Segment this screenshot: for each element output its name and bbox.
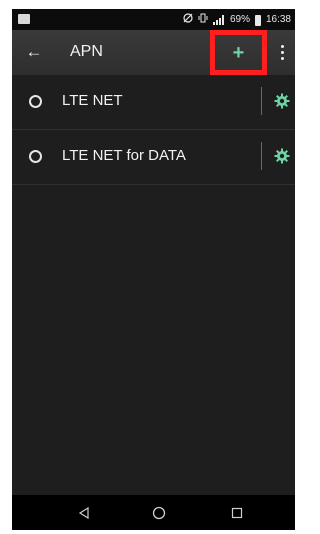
apn-row[interactable]: LTE NET for DATA (12, 130, 295, 185)
gear-icon[interactable] (274, 93, 290, 109)
battery-percent: 69% (229, 14, 250, 25)
status-icons: 69% 16:38 (183, 12, 291, 28)
notification-icon (18, 14, 30, 24)
gear-icon[interactable] (274, 148, 290, 164)
row-divider (261, 87, 262, 115)
battery-icon (254, 14, 261, 26)
page-title: APN (70, 43, 103, 60)
recents-nav-icon[interactable] (227, 503, 247, 523)
back-arrow-icon[interactable]: ← (22, 40, 46, 64)
apn-row[interactable]: LTE NET (12, 75, 295, 130)
navigation-bar (12, 495, 295, 530)
apn-name: LTE NET for DATA (62, 147, 186, 164)
mute-icon (183, 12, 193, 28)
add-icon[interactable]: + (233, 43, 245, 63)
app-bar: ← APN + (12, 30, 295, 75)
signal-icon (212, 15, 225, 25)
add-apn-button-highlight[interactable]: + (210, 30, 267, 75)
phone-screen: 69% 16:38 ← APN + LTE NET LTE NET for DA… (12, 9, 295, 530)
home-nav-icon[interactable] (149, 503, 169, 523)
back-nav-icon[interactable] (74, 503, 94, 523)
status-bar: 69% 16:38 (12, 9, 295, 30)
apn-list: LTE NET LTE NET for DATA (12, 75, 295, 185)
row-divider (261, 142, 262, 170)
clock: 16:38 (265, 14, 291, 25)
apn-name: LTE NET (62, 92, 123, 109)
vibrate-icon (198, 13, 208, 28)
more-options-icon[interactable] (275, 40, 289, 64)
radio-button[interactable] (29, 95, 42, 108)
radio-button[interactable] (29, 150, 42, 163)
